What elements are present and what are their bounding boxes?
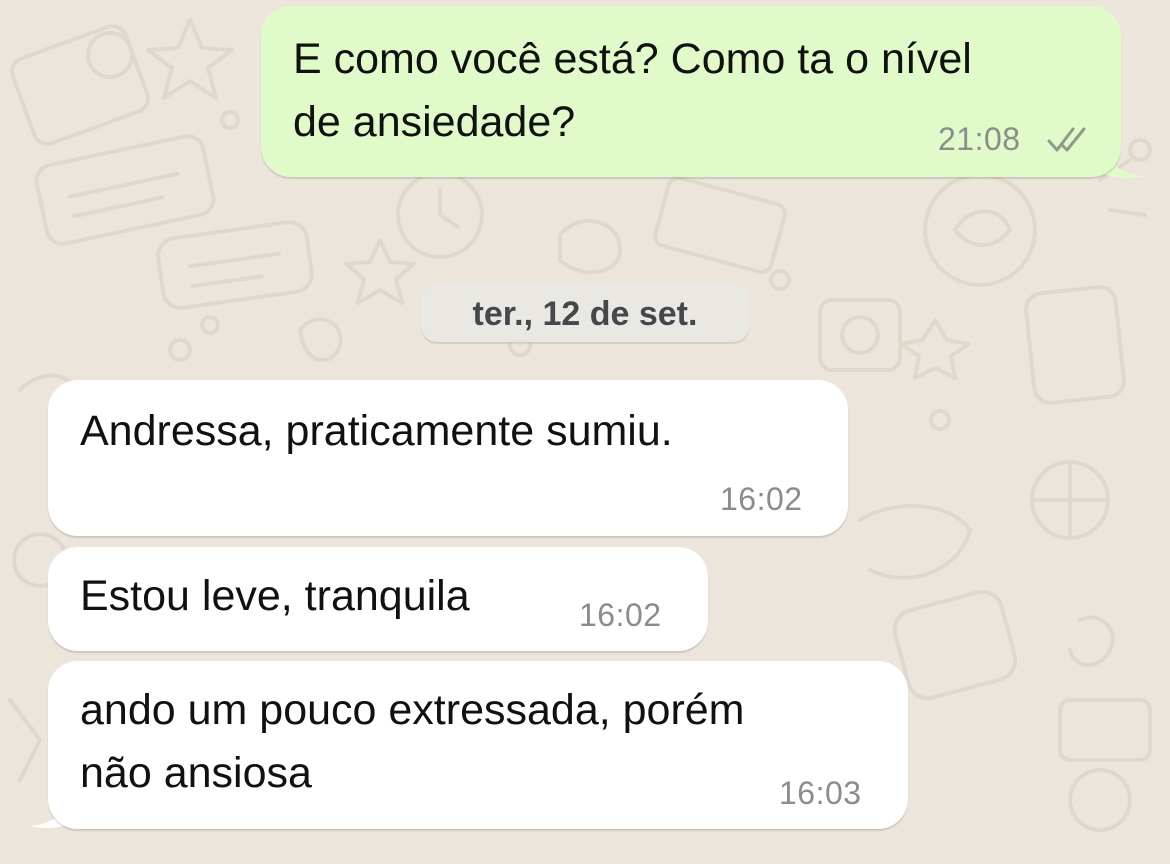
message-time: 21:08 [938,121,1021,157]
message-text: Andressa, praticamente sumiu. [80,407,673,455]
message-text: Estou leve, tranquila [80,572,470,620]
incoming-message[interactable]: Estou leve, tranquila 16:02 [48,547,708,651]
incoming-message[interactable]: ando um pouco extressada, porém não ansi… [48,661,908,829]
double-check-icon [1047,127,1086,152]
date-separator: ter., 12 de set. [421,284,749,342]
message-time: 16:03 [779,775,862,811]
message-text: E como você está? Como ta o nível de ans… [293,35,972,146]
message-text: ando um pouco extressada, porém não ansi… [80,686,745,797]
incoming-message[interactable]: Andressa, praticamente sumiu. 16:02 [48,380,848,536]
outgoing-message[interactable]: E como você está? Como ta o nível de ans… [261,6,1121,177]
message-time: 16:02 [579,597,662,633]
chat-area[interactable]: E como você está? Como ta o nível de ans… [0,0,1170,864]
message-time: 16:02 [720,481,803,517]
